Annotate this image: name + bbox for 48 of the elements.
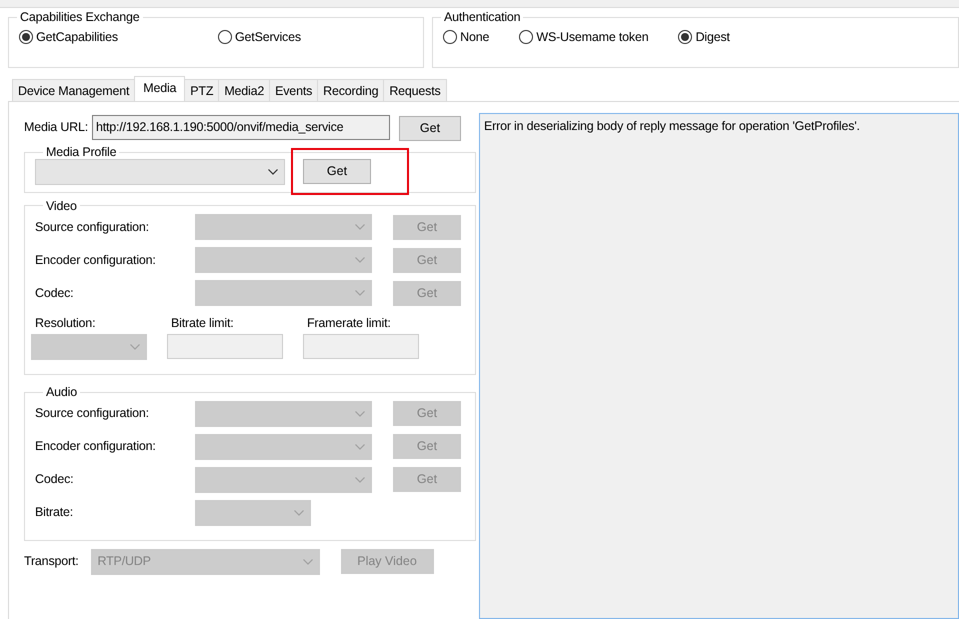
group-title: Authentication (443, 11, 522, 24)
field-label: Source configuration: (35, 405, 150, 422)
radio-label: None (460, 28, 490, 46)
tab[interactable]: Events (269, 79, 318, 101)
radio-button[interactable] (218, 30, 232, 44)
group-title: Media Profile (45, 146, 118, 158)
field-label: Codec: (35, 284, 74, 302)
field-label: Encoder configuration: (35, 438, 157, 456)
group-title: Audio (45, 386, 78, 398)
field-label: Media URL: (24, 118, 88, 136)
field-label: Bitrate: (35, 504, 74, 522)
radio-label: GetServices (235, 28, 301, 46)
group-title: Video (45, 200, 78, 212)
url-field[interactable]: http://192.168.1.190:5000/onvif/media_service (92, 114, 390, 140)
radio-label: Digest (696, 28, 730, 46)
output-text-area[interactable]: Error in deserializing body of reply message for operation 'GetProfiles'. (479, 113, 959, 619)
chevron-icon (355, 410, 365, 416)
tab[interactable]: Device Management (12, 79, 136, 101)
chevron-icon (355, 290, 365, 296)
radio-button[interactable] (443, 30, 457, 44)
radio-button[interactable] (519, 30, 534, 44)
tab[interactable]: Requests (383, 79, 447, 101)
tab[interactable]: Media2 (218, 79, 270, 101)
tab[interactable]: Recording (317, 79, 384, 101)
chevron-icon (355, 257, 365, 263)
chevron-icon (355, 444, 365, 450)
chevron-icon (355, 476, 365, 482)
field-label: Bitrate limit: (171, 315, 234, 332)
group-title: Capabilities Exchange (19, 11, 140, 24)
field-label: Framerate limit: (307, 315, 392, 332)
chevron-icon (355, 224, 365, 230)
radio-button[interactable] (678, 30, 692, 44)
chevron-icon (130, 344, 140, 350)
radio-label: WS-Usemame token (536, 28, 648, 46)
field-label: Resolution: (35, 315, 96, 332)
dropdown[interactable] (35, 158, 285, 184)
field-label: Encoder configuration: (35, 252, 157, 269)
field-label: Codec: (35, 471, 74, 488)
field-label: Source configuration: (35, 218, 150, 236)
chevron-icon (268, 168, 278, 174)
radio-button[interactable] (19, 30, 33, 44)
radio-label: GetCapabilities (36, 28, 118, 46)
chevron-icon (302, 558, 313, 564)
get-button[interactable]: Get (303, 158, 371, 184)
field-label: Transport: (24, 553, 79, 570)
get-button[interactable]: Get (399, 116, 461, 141)
tab[interactable]: PTZ (184, 79, 220, 101)
chevron-icon (294, 510, 304, 516)
